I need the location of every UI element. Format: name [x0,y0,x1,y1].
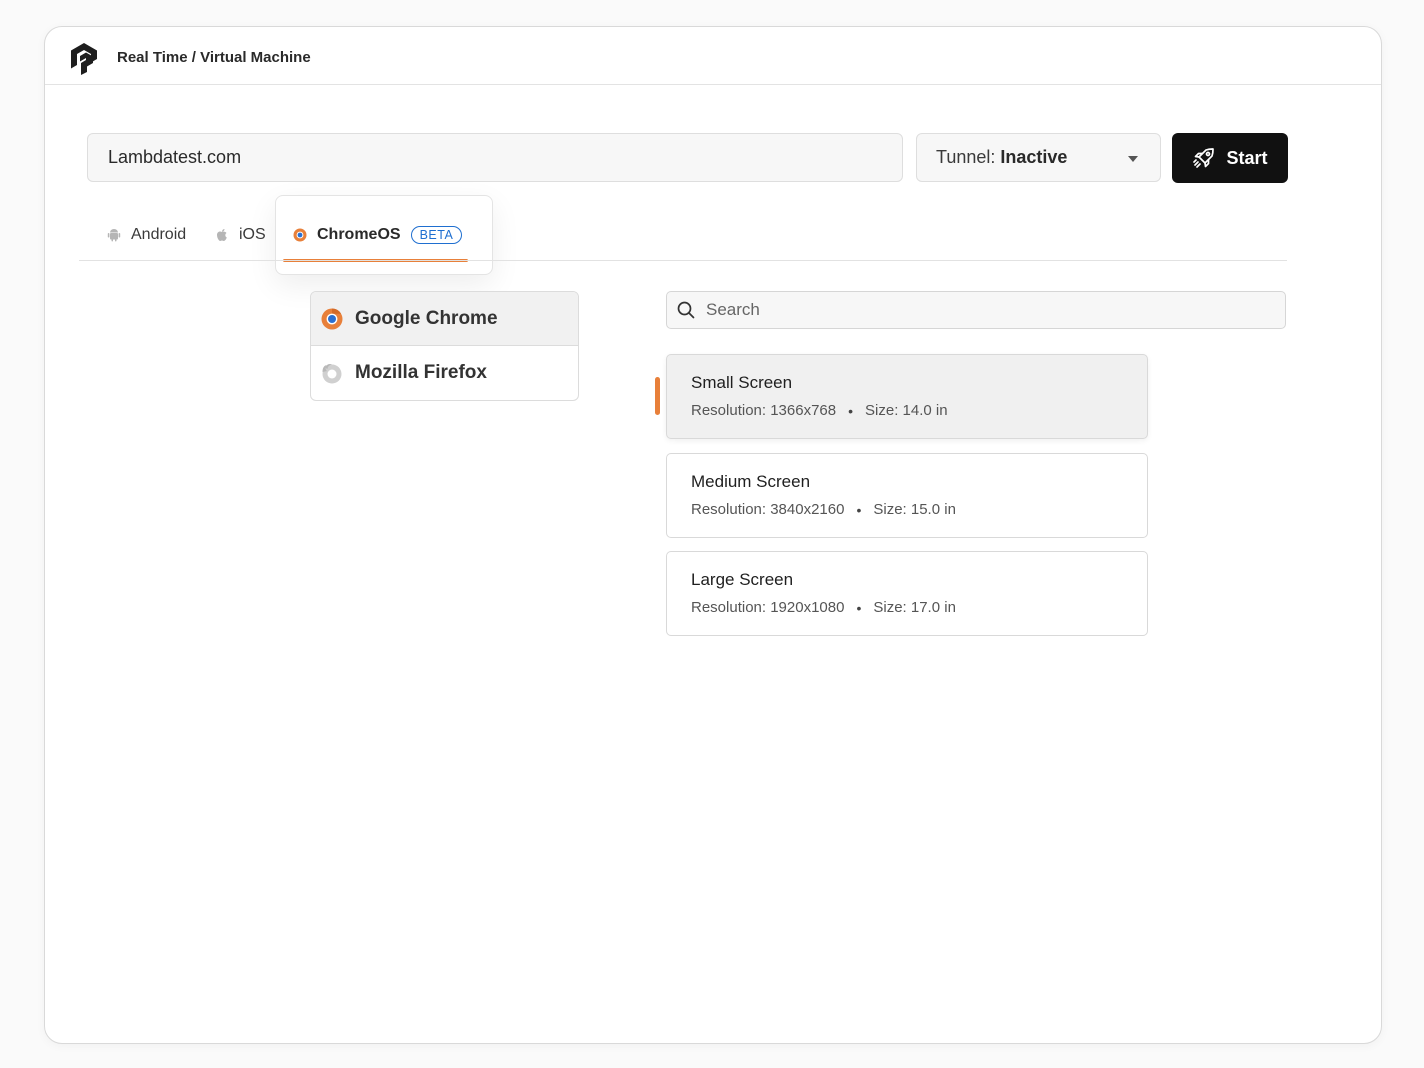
tab-android[interactable]: Android [107,225,186,245]
start-button[interactable]: Start [1172,133,1288,183]
screen-option-large[interactable]: Large Screen Resolution: 1920x1080 • Siz… [666,551,1148,636]
apple-icon [217,229,227,241]
separator-dot: • [856,501,862,518]
screen-size: Size: 17.0 in [873,599,956,616]
browser-item-firefox[interactable]: Mozilla Firefox [311,346,578,400]
search-bar [666,291,1286,329]
title-bar: Real Time / Virtual Machine [45,27,1381,85]
screen-meta: Resolution: 1920x1080 • Size: 17.0 in [691,599,1123,616]
tab-android-label: Android [131,226,187,243]
separator-dot: • [856,599,862,616]
tunnel-status: Inactive [1000,147,1068,167]
search-input[interactable] [704,299,1268,321]
start-label: Start [1226,147,1268,168]
screen-meta: Resolution: 3840x2160 • Size: 15.0 in [691,501,1123,518]
firefox-icon [322,364,342,384]
search-icon [677,301,695,319]
screen-name: Small Screen [691,373,793,392]
beta-badge: BETA [410,226,463,244]
screen-resolution: Resolution: 1366x768 [691,402,837,419]
browser-list: Google Chrome Mozilla Firefox [310,291,579,401]
breadcrumb: Real Time / Virtual Machine [117,49,311,66]
tab-chromeos-label: ChromeOS [317,226,401,243]
screen-option-medium[interactable]: Medium Screen Resolution: 3840x2160 • Si… [666,453,1148,538]
tab-chromeos[interactable]: ChromeOS BETA [293,225,463,245]
selected-screen-indicator [655,377,660,415]
screen-name: Medium Screen [691,472,811,491]
chrome-icon [293,228,307,242]
lambdatest-logo-icon [71,43,97,75]
rocket-icon [1193,148,1215,168]
screen-size: Size: 14.0 in [865,402,948,419]
android-icon [107,229,121,242]
browser-item-label: Mozilla Firefox [355,362,487,383]
app-window: Real Time / Virtual Machine Tunnel: Inac… [44,26,1382,1044]
tunnel-dropdown[interactable]: Tunnel: Inactive [916,133,1161,182]
screen-size: Size: 15.0 in [873,501,956,518]
tunnel-label: Tunnel: [936,147,996,167]
browser-item-label: Google Chrome [355,307,498,329]
screen-option-small[interactable]: Small Screen Resolution: 1366x768 • Size… [666,354,1148,439]
url-input[interactable] [87,133,903,182]
screen-name: Large Screen [691,570,794,589]
separator-dot: • [848,402,854,419]
screen-resolution: Resolution: 1920x1080 [691,599,845,616]
screen-resolution: Resolution: 3840x2160 [691,501,845,518]
tab-ios[interactable]: iOS [215,225,266,245]
screen-meta: Resolution: 1366x768 • Size: 14.0 in [691,402,1123,419]
chevron-down-icon [1128,156,1138,162]
chrome-icon [321,308,343,329]
browser-item-chrome[interactable]: Google Chrome [311,292,578,346]
tab-ios-label: iOS [239,226,266,243]
tabs-divider [79,260,1287,261]
